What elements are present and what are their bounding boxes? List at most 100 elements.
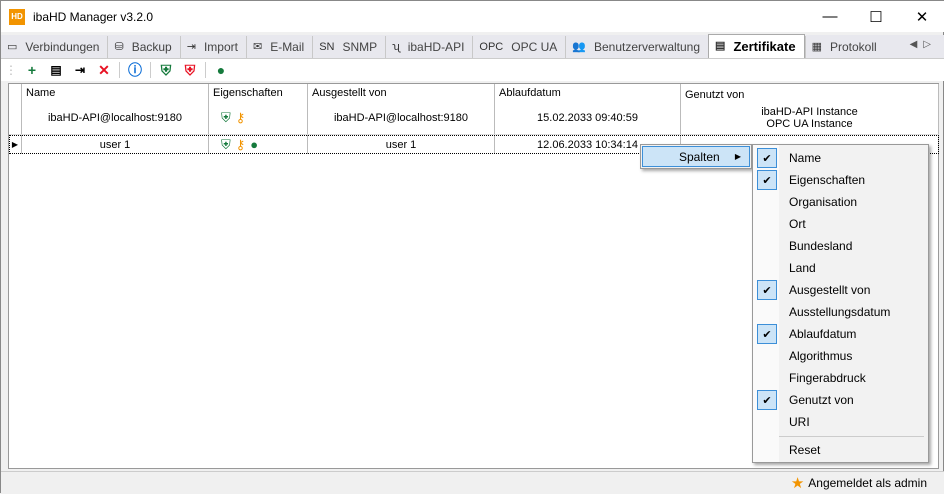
reject-shield-icon[interactable]: ⛨ bbox=[181, 61, 199, 79]
cell-expiry: 15.02.2033 09:40:59 bbox=[495, 102, 681, 134]
grid-header: Name Eigenschaften Ausgestellt von Ablau… bbox=[9, 84, 939, 102]
app-logo-icon: HD bbox=[9, 8, 25, 25]
title-bar: HD ibaHD Manager v3.2.0 — ☐ ✕ bbox=[1, 1, 944, 32]
shield-check-icon: ⛨ bbox=[221, 110, 231, 125]
menu-item-column[interactable]: Bundesland bbox=[755, 235, 927, 257]
tab-label: Protokoll bbox=[829, 40, 877, 54]
tab-ibahd-api[interactable]: ʯ ibaHD-API bbox=[385, 36, 472, 58]
tab-benutzerverwaltung[interactable]: 👥 Benutzerverwaltung bbox=[565, 36, 708, 58]
key-icon: ⚷ bbox=[235, 136, 246, 152]
column-header-used-by[interactable]: Genutzt von bbox=[681, 84, 939, 102]
database-icon: ⛁ bbox=[114, 40, 124, 53]
menu-item-label: Name bbox=[789, 151, 822, 165]
tab-label: E-Mail bbox=[270, 40, 305, 54]
tab-backup[interactable]: ⛁ Backup bbox=[107, 36, 179, 58]
menu-item-label: URI bbox=[789, 415, 810, 429]
menu-item-reset[interactable]: Reset bbox=[755, 439, 927, 461]
menu-item-label: Reset bbox=[789, 443, 821, 457]
context-menu: Spalten ▶ bbox=[640, 144, 752, 169]
maximize-button[interactable]: ☐ bbox=[853, 1, 899, 32]
menu-item-label: Genutzt von bbox=[789, 393, 854, 407]
tab-opc-ua[interactable]: OPC OPC UA bbox=[472, 36, 565, 58]
certificate-request-icon[interactable]: ▤ bbox=[47, 61, 65, 79]
column-header-issuer[interactable]: Ausgestellt von bbox=[308, 84, 495, 102]
tab-verbindungen[interactable]: ▭ Verbindungen bbox=[1, 36, 107, 58]
star-icon: ★ bbox=[790, 475, 805, 492]
cell-name: user 1 bbox=[22, 135, 209, 154]
cell-name: ibaHD-API@localhost:9180 bbox=[22, 102, 209, 134]
shield-check-icon: ⛨ bbox=[221, 136, 231, 152]
menu-item-column[interactable]: ✔ Genutzt von bbox=[755, 389, 927, 411]
cell-issuer: ibaHD-API@localhost:9180 bbox=[308, 102, 495, 134]
menu-item-label: Ausstellungsdatum bbox=[789, 305, 891, 319]
login-status: Angemeldet als admin bbox=[808, 476, 927, 490]
menu-item-column[interactable]: Fingerabdruck bbox=[755, 367, 927, 389]
toolbar: ⋮ + ▤ ⇥ ✕ ⓘ ⛨ ⛨ ● bbox=[1, 59, 944, 81]
menu-item-label: Algorithmus bbox=[789, 349, 853, 363]
snmp-icon: SN bbox=[319, 40, 335, 53]
log-icon: ▦ bbox=[811, 40, 822, 53]
menu-item-label: Ort bbox=[789, 217, 806, 231]
opcua-icon: OPC bbox=[479, 40, 504, 53]
cell-issuer: user 1 bbox=[308, 135, 495, 154]
current-row-indicator-icon[interactable]: ▶ bbox=[9, 135, 22, 154]
menu-item-column[interactable]: ✔ Eigenschaften bbox=[755, 169, 927, 191]
columns-submenu: Reset ✔ Name ✔ Eigenschaften Organisation Ort… bbox=[752, 144, 929, 463]
menu-item-column[interactable]: ✔ Name bbox=[755, 147, 927, 169]
menu-item-column[interactable]: Land bbox=[755, 257, 927, 279]
toolbar-separator bbox=[205, 62, 206, 78]
toolbar-separator bbox=[150, 62, 151, 78]
row-header[interactable] bbox=[9, 102, 22, 134]
tab-e-mail[interactable]: ✉ E-Mail bbox=[245, 36, 312, 58]
envelope-icon: ✉ bbox=[252, 40, 263, 53]
close-button[interactable]: ✕ bbox=[899, 1, 944, 32]
table-row[interactable]: ibaHD-API@localhost:9180 ⛨ ⚷ ibaHD-API@lo… bbox=[9, 102, 939, 135]
menu-separator bbox=[779, 436, 924, 437]
trust-shield-icon[interactable]: ⛨ bbox=[157, 61, 175, 79]
menu-item-label: Fingerabdruck bbox=[789, 371, 866, 385]
tab-protokoll[interactable]: ▦ Protokoll bbox=[804, 36, 885, 58]
cell-properties: ⛨ ⚷ ● bbox=[209, 135, 308, 154]
checkmark-icon: ✔ bbox=[757, 324, 777, 344]
menu-item-label: Organisation bbox=[789, 195, 858, 209]
tab-snmp[interactable]: SN SNMP bbox=[312, 36, 385, 58]
checkmark-icon: ✔ bbox=[757, 390, 777, 410]
menu-item-column[interactable]: Ort bbox=[755, 213, 927, 235]
certificate-icon: ▤ bbox=[715, 40, 726, 52]
tab-strip: ▭ Verbindungen ⛁ Backup ⇥ Import ✉ E-Mail SN SNMP… bbox=[1, 34, 944, 59]
checkmark-icon: ✔ bbox=[757, 170, 777, 190]
menu-item-column[interactable]: ✔ Ablaufdatum bbox=[755, 323, 927, 345]
cell-used-by: ibaHD-API Instance OPC UA Instance bbox=[681, 102, 939, 134]
menu-item-label: Eigenschaften bbox=[789, 173, 866, 187]
column-header-name[interactable]: Name bbox=[22, 84, 209, 102]
menu-item-column[interactable]: Algorithmus bbox=[755, 345, 927, 367]
info-icon[interactable]: ⓘ bbox=[126, 61, 144, 79]
column-header-expiry[interactable]: Ablaufdatum bbox=[495, 84, 681, 102]
delete-icon[interactable]: ✕ bbox=[95, 61, 113, 79]
submenu-arrow-icon: ▶ bbox=[734, 152, 741, 161]
tab-label: Backup bbox=[131, 40, 172, 54]
user-icon: ● bbox=[250, 137, 259, 152]
tab-scroll-buttons[interactable]: ◀▷ bbox=[910, 39, 937, 50]
menu-item-columns[interactable]: Spalten ▶ bbox=[642, 146, 750, 167]
tab-label: OPC UA bbox=[511, 40, 558, 54]
menu-item-column[interactable]: ✔ Ausgestellt von bbox=[755, 279, 927, 301]
key-icon: ⚷ bbox=[235, 110, 246, 125]
status-bar: ★ Angemeldet als admin bbox=[1, 471, 944, 494]
menu-item-label: Spalten bbox=[679, 149, 720, 164]
menu-item-column[interactable]: Ausstellungsdatum bbox=[755, 301, 927, 323]
menu-item-column[interactable]: URI bbox=[755, 411, 927, 433]
toolbar-separator bbox=[119, 62, 120, 78]
user-icon[interactable]: ● bbox=[212, 61, 230, 79]
minimize-button[interactable]: — bbox=[807, 1, 853, 32]
app-window: HD ibaHD Manager v3.2.0 — ☐ ✕ ▭ Verbindun… bbox=[0, 0, 944, 494]
menu-item-column[interactable]: Organisation bbox=[755, 191, 927, 213]
checkmark-icon: ✔ bbox=[757, 148, 777, 168]
export-icon[interactable]: ⇥ bbox=[71, 61, 89, 79]
tab-import[interactable]: ⇥ Import bbox=[179, 36, 246, 58]
cell-properties: ⛨ ⚷ bbox=[209, 102, 308, 134]
tab-label: Benutzerverwaltung bbox=[593, 40, 701, 54]
column-header-properties[interactable]: Eigenschaften bbox=[209, 84, 308, 102]
add-icon[interactable]: + bbox=[23, 61, 41, 79]
tab-zertifikate[interactable]: ▤ Zertifikate bbox=[708, 34, 805, 58]
